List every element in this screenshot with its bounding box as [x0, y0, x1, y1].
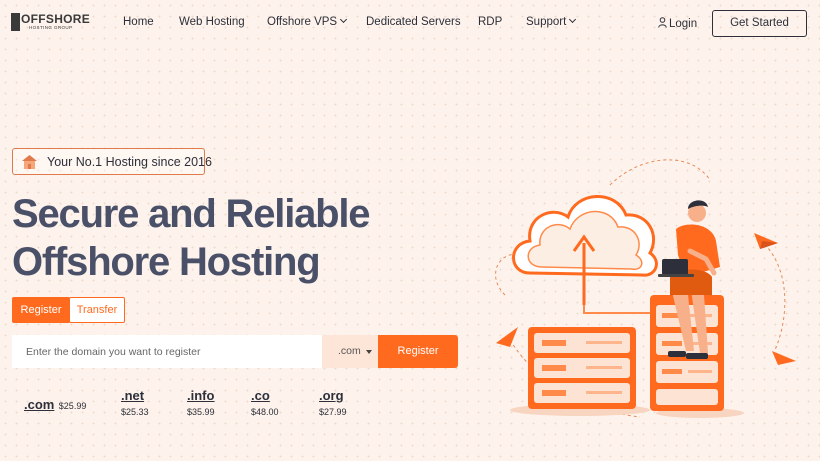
tld-price-item[interactable]: .net $25.33	[121, 388, 149, 417]
nav-item-dedicated-servers[interactable]: Dedicated Servers	[366, 16, 461, 28]
dashed-path	[759, 239, 786, 351]
chevron-down-icon	[340, 15, 348, 24]
logo-mark	[11, 13, 20, 31]
nav-item-label: Support	[526, 16, 567, 28]
tld-name: .co	[251, 388, 270, 403]
logo-tagline: HOSTING GROUP	[29, 25, 73, 30]
tab-transfer[interactable]: Transfer	[69, 297, 125, 323]
nav-item-rdp[interactable]: RDP	[478, 16, 502, 28]
tld-price: $27.99	[319, 407, 347, 417]
paper-plane-icon	[754, 233, 778, 249]
tld-price: $25.99	[58, 401, 87, 411]
login-label: Login	[669, 18, 698, 30]
tld-price: $35.99	[187, 407, 215, 417]
tld-name: .net	[121, 388, 145, 403]
dashed-path	[609, 159, 711, 186]
nav-item-label: Offshore VPS	[267, 16, 338, 28]
hosting-illustration	[495, 159, 796, 418]
tld-name: .info	[187, 388, 215, 403]
tld-select-value: .com	[338, 345, 361, 357]
get-started-button[interactable]: Get Started	[712, 10, 807, 37]
house-box-icon	[22, 155, 37, 169]
tld-price: $48.00	[251, 407, 279, 417]
brand-logo[interactable]: OFFSHORE HOSTING GROUP	[11, 12, 90, 34]
tld-price: $25.33	[121, 407, 149, 417]
tld-select[interactable]: .com	[322, 335, 378, 368]
tld-price-item[interactable]: .org $27.99	[319, 388, 347, 417]
tld-price-item[interactable]: .com $25.99	[24, 396, 86, 414]
badge-text: Your No.1 Hosting since 2016	[47, 155, 212, 169]
paper-plane-icon	[772, 351, 796, 365]
login-link[interactable]: Login	[658, 16, 697, 30]
tld-name: .com	[24, 397, 55, 412]
domain-search-input[interactable]	[12, 335, 322, 368]
domain-search-bar: .com Register	[12, 335, 458, 368]
hero-title: Secure and Reliable Offshore Hosting	[12, 190, 392, 286]
cloud-upload-icon	[512, 195, 660, 314]
paper-plane-icon	[496, 327, 518, 347]
logo-text: OFFSHORE	[21, 12, 91, 26]
register-button[interactable]: Register	[378, 335, 458, 368]
caret-down-icon	[366, 350, 372, 354]
user-icon	[658, 17, 667, 28]
nav-item-support[interactable]: Support	[526, 15, 577, 28]
tld-price-item[interactable]: .co $48.00	[251, 388, 279, 417]
tld-name: .org	[319, 388, 344, 403]
server-icon	[510, 327, 650, 416]
hero-title-line: Secure and Reliable	[12, 192, 371, 236]
nav-item-web-hosting[interactable]: Web Hosting	[179, 16, 245, 28]
tld-price-item[interactable]: .info $35.99	[187, 388, 215, 417]
hero-title-line: Offshore Hosting	[12, 240, 321, 284]
since-badge: Your No.1 Hosting since 2016	[12, 148, 212, 175]
tab-register[interactable]: Register	[12, 297, 70, 323]
chevron-down-icon	[569, 15, 577, 24]
top-navigation: OFFSHORE HOSTING GROUP Home Web Hosting …	[0, 0, 820, 46]
nav-item-offshore-vps[interactable]: Offshore VPS	[267, 15, 348, 28]
nav-item-home[interactable]: Home	[123, 16, 154, 28]
